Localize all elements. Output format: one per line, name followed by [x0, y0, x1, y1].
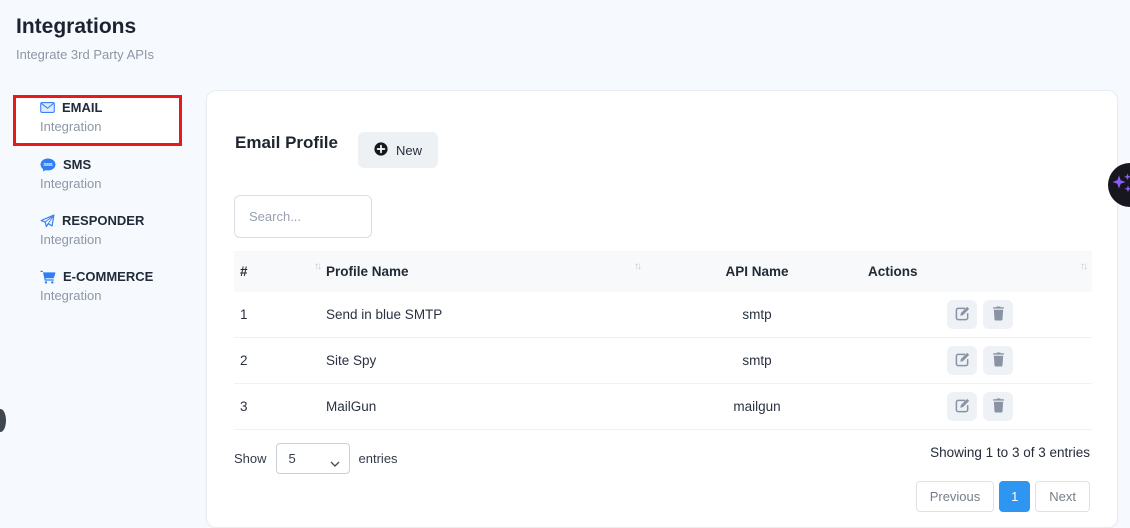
- page-size-control: Show 5 entries: [234, 443, 398, 474]
- page-size-select[interactable]: 5: [276, 443, 350, 474]
- sidebar-item-responder[interactable]: RESPONDER Integration: [40, 213, 144, 247]
- new-button-label: New: [396, 143, 422, 158]
- row-num: 2: [234, 353, 326, 368]
- showing-entries-text: Showing 1 to 3 of 3 entries: [930, 445, 1090, 460]
- trash-icon: [992, 306, 1005, 324]
- table-row: 2 Site Spy smtp: [234, 338, 1092, 384]
- sort-icon[interactable]: ↑↓: [1080, 261, 1086, 272]
- sidebar-item-sublabel: Integration: [40, 232, 144, 247]
- column-header-api-name: API Name: [646, 264, 868, 279]
- sidebar-item-sublabel: Integration: [40, 288, 153, 303]
- sidebar-item-label: E-COMMERCE: [63, 269, 153, 284]
- page-header: Integrations Integrate 3rd Party APIs: [16, 15, 154, 62]
- row-num: 3: [234, 399, 326, 414]
- row-api-name: smtp: [646, 307, 868, 322]
- panel-title: Email Profile: [235, 133, 338, 153]
- sort-icon[interactable]: ↑↓: [634, 261, 640, 272]
- sms-bubble-icon: SMS: [40, 158, 56, 172]
- left-edge-handle[interactable]: [0, 409, 6, 432]
- column-header-profile-name[interactable]: Profile Name ↑↓: [326, 264, 646, 279]
- entries-label: entries: [359, 451, 398, 466]
- edit-button[interactable]: [947, 300, 977, 329]
- svg-text:SMS: SMS: [43, 162, 52, 167]
- delete-button[interactable]: [983, 392, 1013, 421]
- new-button[interactable]: New: [358, 132, 438, 168]
- envelope-icon: [40, 102, 55, 113]
- edit-button[interactable]: [947, 346, 977, 375]
- sidebar-item-sublabel: Integration: [40, 176, 101, 191]
- show-label: Show: [234, 451, 267, 466]
- edit-icon: [955, 306, 970, 324]
- delete-button[interactable]: [983, 300, 1013, 329]
- sidebar-item-label: EMAIL: [62, 100, 102, 115]
- integrations-page: Integrations Integrate 3rd Party APIs EM…: [0, 0, 1130, 528]
- email-profile-table: # ↑↓ Profile Name ↑↓ API Name Actions ↑↓…: [234, 251, 1092, 430]
- row-num: 1: [234, 307, 326, 322]
- row-api-name: mailgun: [646, 399, 868, 414]
- shopping-cart-icon: [40, 270, 56, 284]
- sidebar-item-sms[interactable]: SMS SMS Integration: [40, 157, 101, 191]
- sort-icon[interactable]: ↑↓: [314, 261, 320, 272]
- sidebar-item-sublabel: Integration: [40, 119, 102, 134]
- row-profile-name: Send in blue SMTP: [326, 307, 646, 322]
- column-header-num[interactable]: # ↑↓: [234, 264, 326, 279]
- column-header-actions[interactable]: Actions ↑↓: [868, 264, 1092, 279]
- row-profile-name: MailGun: [326, 399, 646, 414]
- email-profile-panel: Email Profile New # ↑↓ Profile Name ↑↓ A…: [206, 90, 1118, 528]
- search-input[interactable]: [234, 195, 372, 238]
- pagination: Previous 1 Next: [916, 481, 1090, 512]
- current-page-button[interactable]: 1: [999, 481, 1030, 512]
- sidebar-item-email[interactable]: EMAIL Integration: [40, 100, 102, 134]
- previous-page-button[interactable]: Previous: [916, 481, 995, 512]
- table-row: 1 Send in blue SMTP smtp: [234, 292, 1092, 338]
- edit-icon: [955, 352, 970, 370]
- table-row: 3 MailGun mailgun: [234, 384, 1092, 430]
- trash-icon: [992, 352, 1005, 370]
- page-title: Integrations: [16, 15, 154, 39]
- edit-icon: [955, 398, 970, 416]
- plus-circle-icon: [374, 142, 388, 159]
- sidebar-item-label: SMS: [63, 157, 91, 172]
- trash-icon: [992, 398, 1005, 416]
- table-header-row: # ↑↓ Profile Name ↑↓ API Name Actions ↑↓: [234, 251, 1092, 292]
- page-subtitle: Integrate 3rd Party APIs: [16, 47, 154, 62]
- row-profile-name: Site Spy: [326, 353, 646, 368]
- edit-button[interactable]: [947, 392, 977, 421]
- paper-plane-icon: [40, 214, 55, 228]
- sidebar-item-label: RESPONDER: [62, 213, 144, 228]
- delete-button[interactable]: [983, 346, 1013, 375]
- next-page-button[interactable]: Next: [1035, 481, 1090, 512]
- sidebar-item-ecommerce[interactable]: E-COMMERCE Integration: [40, 269, 153, 303]
- row-api-name: smtp: [646, 353, 868, 368]
